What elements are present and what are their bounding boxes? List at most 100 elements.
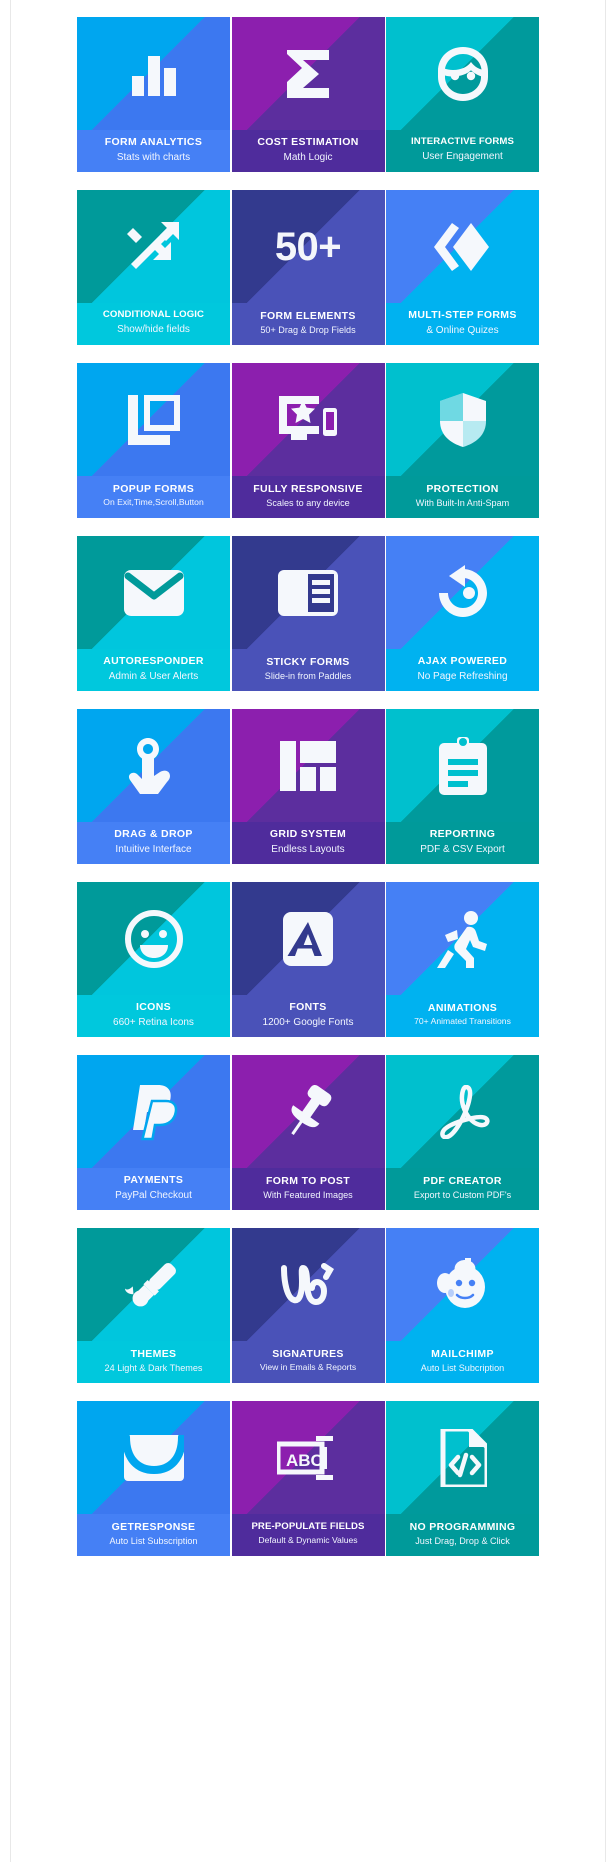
tile-title: AJAX POWERED <box>417 654 508 667</box>
code-file-icon <box>386 1401 539 1514</box>
tile-icon-area <box>386 882 539 995</box>
tile-title: INTERACTIVE FORMS <box>411 136 514 148</box>
tile-title: FORM ANALYTICS <box>104 135 203 148</box>
tile-subtitle: User Engagement <box>422 151 503 163</box>
tile-footer: INTERACTIVE FORMS User Engagement <box>386 130 539 172</box>
feature-tile[interactable]: 50+ FORM ELEMENTS 50+ Drag & Drop Fields <box>231 190 385 345</box>
tile-icon-area: 50+ <box>231 190 385 303</box>
tile-subtitle: PayPal Checkout <box>115 1189 192 1201</box>
letter-a-icon <box>232 882 385 995</box>
tile-icon-area <box>386 536 539 649</box>
tile-footer: DRAG & DROP Intuitive Interface <box>77 822 230 864</box>
bar-chart-icon <box>77 17 230 130</box>
acrobat-pdf-icon <box>386 1055 539 1168</box>
tile-footer: PAYMENTS PayPal Checkout <box>77 1168 230 1210</box>
feature-tile[interactable]: ANIMATIONS 70+ Animated Transitions <box>386 882 539 1037</box>
paintbrush-icon <box>77 1228 230 1341</box>
tile-footer: REPORTING PDF & CSV Export <box>386 822 539 864</box>
feature-tile[interactable]: MULTI-STEP FORMS & Online Quizes <box>386 190 539 345</box>
tile-icon-area <box>386 709 539 822</box>
tile-subtitle: 660+ Retina Icons <box>113 1016 194 1028</box>
tile-title: COST ESTIMATION <box>257 135 359 148</box>
tile-subtitle: With Featured Images <box>263 1190 353 1201</box>
diamond-arrow-icon <box>386 190 539 303</box>
tile-subtitle: Default & Dynamic Values <box>258 1534 358 1545</box>
feature-tile[interactable]: GETRESPONSE Auto List Subscription <box>77 1401 230 1556</box>
feature-tile[interactable]: INTERACTIVE FORMS User Engagement <box>386 17 539 172</box>
tile-title: NO PROGRAMMING <box>409 1520 516 1533</box>
tile-icon-area <box>386 363 539 476</box>
face-icon <box>386 17 539 130</box>
popup-window-icon <box>77 363 230 476</box>
feature-tile[interactable]: DRAG & DROP Intuitive Interface <box>77 709 230 864</box>
tile-footer: PRE-POPULATE FIELDS Default & Dynamic Va… <box>231 1514 385 1556</box>
mailchimp-monkey-icon <box>386 1228 539 1341</box>
tile-footer: GRID SYSTEM Endless Layouts <box>231 822 385 864</box>
tile-subtitle: 50+ Drag & Drop Fields <box>260 325 356 336</box>
feature-tile[interactable]: GRID SYSTEM Endless Layouts <box>231 709 385 864</box>
feature-tile[interactable]: PAYMENTS PayPal Checkout <box>77 1055 230 1210</box>
tile-subtitle: Scales to any device <box>266 498 350 509</box>
grid-layout-icon <box>232 709 385 822</box>
tile-title: FULLY RESPONSIVE <box>253 482 363 495</box>
tile-title: MULTI-STEP FORMS <box>408 308 517 321</box>
feature-tile[interactable]: PDF CREATOR Export to Custom PDF's <box>386 1055 539 1210</box>
feature-tile[interactable]: FULLY RESPONSIVE Scales to any device <box>231 363 385 518</box>
tile-icon-area <box>386 1401 539 1514</box>
running-person-icon <box>386 882 539 995</box>
tile-title: CONDITIONAL LOGIC <box>102 309 205 321</box>
tile-footer: PROTECTION With Built-In Anti-Spam <box>386 476 539 518</box>
tile-subtitle: 1200+ Google Fonts <box>262 1016 354 1028</box>
tile-subtitle: Stats with charts <box>116 151 191 163</box>
tile-title: FORM ELEMENTS <box>260 309 356 322</box>
tile-subtitle: Show/hide fields <box>117 324 190 336</box>
tile-subtitle: Endless Layouts <box>271 843 345 855</box>
tile-icon-area <box>386 190 539 303</box>
feature-tile[interactable]: PROTECTION With Built-In Anti-Spam <box>386 363 539 518</box>
feature-tile[interactable]: REPORTING PDF & CSV Export <box>386 709 539 864</box>
tile-title: ANIMATIONS <box>427 1001 498 1014</box>
tile-footer: ANIMATIONS 70+ Animated Transitions <box>386 995 539 1037</box>
feature-tile[interactable]: AJAX POWERED No Page Refreshing <box>386 536 539 691</box>
tile-title: MAILCHIMP <box>431 1347 494 1360</box>
tile-subtitle: Just Drag, Drop & Click <box>415 1536 510 1547</box>
tile-footer: NO PROGRAMMING Just Drag, Drop & Click <box>386 1514 539 1556</box>
tile-footer: FORM ANALYTICS Stats with charts <box>77 130 230 172</box>
responsive-devices-icon <box>232 363 385 476</box>
feature-tile[interactable]: FORM ANALYTICS Stats with charts <box>77 17 230 172</box>
tile-subtitle: Math Logic <box>283 151 333 163</box>
shuffle-icon <box>77 190 230 303</box>
feature-tile[interactable]: POPUP FORMS On Exit,Time,Scroll,Button <box>77 363 230 518</box>
tile-icon-area <box>231 363 385 476</box>
tile-footer: MAILCHIMP Auto List Subcription <box>386 1341 539 1383</box>
tile-icon-area <box>231 1055 385 1168</box>
sigma-icon <box>232 17 385 130</box>
feature-tile[interactable]: SIGNATURES View in Emails & Reports <box>231 1228 385 1383</box>
tile-footer: FORM TO POST With Featured Images <box>231 1168 385 1210</box>
feature-tile[interactable]: STICKY FORMS Slide-in from Paddles <box>231 536 385 691</box>
tile-subtitle: View in Emails & Reports <box>259 1362 357 1373</box>
feature-tile[interactable]: ABC PRE-POPULATE FIELDS Default & Dynami… <box>231 1401 385 1556</box>
tile-title: PDF CREATOR <box>423 1174 502 1187</box>
tile-title: FONTS <box>289 1000 327 1013</box>
tile-icon-area: ABC <box>231 1401 385 1514</box>
feature-tile[interactable]: AUTORESPONDER Admin & User Alerts <box>77 536 230 691</box>
tile-icon-area <box>77 17 230 130</box>
tile-footer: ICONS 660+ Retina Icons <box>77 995 230 1037</box>
signature-icon <box>232 1228 385 1341</box>
feature-tile[interactable]: FORM TO POST With Featured Images <box>231 1055 385 1210</box>
feature-tile[interactable]: ICONS 660+ Retina Icons <box>77 882 230 1037</box>
feature-tile[interactable]: FONTS 1200+ Google Fonts <box>231 882 385 1037</box>
features-grid: FORM ANALYTICS Stats with charts COST ES… <box>11 0 605 1576</box>
tile-title: PRE-POPULATE FIELDS <box>251 1521 365 1533</box>
feature-tile[interactable]: THEMES 24 Light & Dark Themes <box>77 1228 230 1383</box>
tile-footer: FULLY RESPONSIVE Scales to any device <box>231 476 385 518</box>
tile-footer: SIGNATURES View in Emails & Reports <box>231 1341 385 1383</box>
tile-subtitle: Slide-in from Paddles <box>264 671 352 682</box>
feature-tile[interactable]: COST ESTIMATION Math Logic <box>231 17 385 172</box>
feature-tile[interactable]: MAILCHIMP Auto List Subcription <box>386 1228 539 1383</box>
tile-footer: FORM ELEMENTS 50+ Drag & Drop Fields <box>231 303 385 345</box>
feature-tile[interactable]: CONDITIONAL LOGIC Show/hide fields <box>77 190 230 345</box>
tile-subtitle: With Built-In Anti-Spam <box>415 498 510 509</box>
feature-tile[interactable]: NO PROGRAMMING Just Drag, Drop & Click <box>386 1401 539 1556</box>
